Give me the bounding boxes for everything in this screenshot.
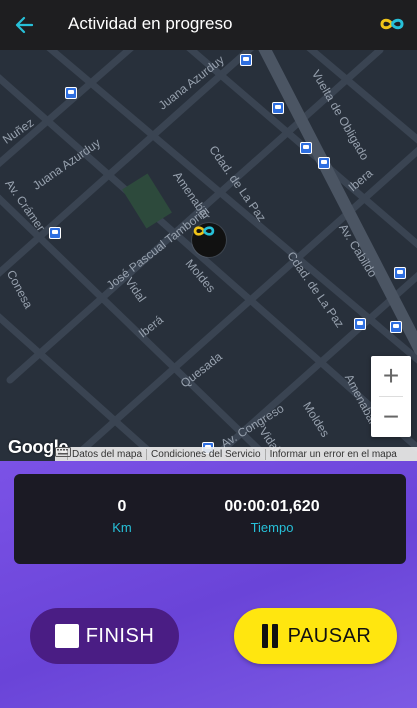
page-title: Actividad en progreso <box>68 14 233 33</box>
bus-stop-icon[interactable] <box>49 227 61 239</box>
map-view[interactable]: Juana Azurduy Vuelta de Obligado Nuñez J… <box>0 50 417 461</box>
bus-stop-icon[interactable] <box>318 157 330 169</box>
bus-stop-icon[interactable] <box>390 321 402 333</box>
bus-stop-icon[interactable] <box>65 87 77 99</box>
pause-icon <box>260 624 280 648</box>
distance-value: 0 <box>117 498 127 515</box>
bus-stop-icon[interactable] <box>240 54 252 66</box>
bus-stop-icon[interactable] <box>394 267 406 279</box>
stats-card: 0 Km 00:00:01,620 Tiempo <box>14 474 406 564</box>
zoom-out-button[interactable]: − <box>371 397 411 437</box>
infinity-logo-icon <box>193 226 215 236</box>
time-stat: 00:00:01,620 Tiempo <box>192 498 352 535</box>
finish-button[interactable]: FINISH <box>30 608 179 664</box>
time-label: Tiempo <box>250 520 294 535</box>
terms-link[interactable]: Condiciones del Servicio <box>146 448 265 460</box>
distance-label: Km <box>112 520 132 535</box>
report-error-link[interactable]: Informar un error en el mapa <box>264 448 401 460</box>
finish-button-label: FINISH <box>85 624 155 647</box>
bus-stop-icon[interactable] <box>300 142 312 154</box>
time-value: 00:00:01,620 <box>224 498 320 515</box>
back-button[interactable] <box>8 9 40 41</box>
brand-logo <box>379 15 405 38</box>
current-location-marker[interactable] <box>192 223 226 257</box>
bus-stop-icon[interactable] <box>272 102 284 114</box>
distance-stat: 0 Km <box>42 498 202 535</box>
zoom-controls: + − <box>371 356 411 437</box>
infinity-logo-icon <box>380 18 404 30</box>
pause-button[interactable]: PAUSAR <box>234 608 397 664</box>
stop-icon <box>54 624 79 648</box>
pause-button-label: PAUSAR <box>287 624 372 647</box>
map-data-link[interactable]: Datos del mapa <box>67 448 146 460</box>
zoom-in-button[interactable]: + <box>371 356 411 396</box>
map-footer: Datos del mapa Condiciones del Servicio … <box>55 447 417 461</box>
app-bar: Actividad en progreso <box>0 0 417 50</box>
activity-panel: 0 Km 00:00:01,620 Tiempo FINISH PAUSAR <box>0 461 417 708</box>
arrow-left-icon <box>15 16 33 34</box>
bus-stop-icon[interactable] <box>354 318 366 330</box>
